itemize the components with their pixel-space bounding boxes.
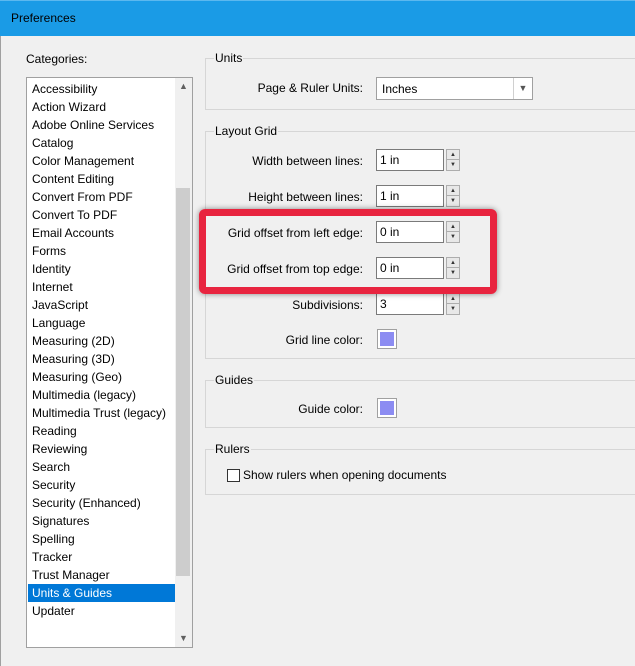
categories-label: Categories: bbox=[26, 52, 88, 66]
category-item[interactable]: Convert To PDF bbox=[28, 206, 175, 224]
guide-color-fill bbox=[380, 401, 394, 415]
category-item[interactable]: Signatures bbox=[28, 512, 175, 530]
grid-line-color-swatch[interactable] bbox=[377, 329, 397, 349]
layout-grid-group-title: Layout Grid bbox=[214, 124, 279, 138]
subdivisions-input[interactable]: 3 bbox=[376, 293, 444, 315]
spin-down-icon[interactable]: ▼ bbox=[447, 304, 459, 314]
spin-up-icon[interactable]: ▲ bbox=[447, 186, 459, 196]
rulers-group-title: Rulers bbox=[214, 442, 251, 456]
category-item[interactable]: Units & Guides bbox=[28, 584, 175, 602]
category-item[interactable]: Internet bbox=[28, 278, 175, 296]
subdivisions-label: Subdivisions: bbox=[292, 298, 363, 312]
width-between-lines-input[interactable]: 1 in bbox=[376, 149, 444, 171]
category-items: Accessibility Action Wizard Adobe Online S… bbox=[28, 80, 175, 620]
width-between-lines-spinner[interactable]: ▲ ▼ bbox=[446, 149, 460, 171]
category-item[interactable]: Reviewing bbox=[28, 440, 175, 458]
spin-up-icon[interactable]: ▲ bbox=[447, 150, 459, 160]
show-rulers-label[interactable]: Show rulers when opening documents bbox=[243, 468, 446, 482]
guide-color-label: Guide color: bbox=[298, 402, 363, 416]
category-item[interactable]: Adobe Online Services bbox=[28, 116, 175, 134]
category-item[interactable]: Trust Manager bbox=[28, 566, 175, 584]
spin-down-icon[interactable]: ▼ bbox=[447, 196, 459, 206]
category-item[interactable]: Search bbox=[28, 458, 175, 476]
height-between-lines-label: Height between lines: bbox=[248, 190, 363, 204]
category-item[interactable]: Forms bbox=[28, 242, 175, 260]
grid-line-color-label: Grid line color: bbox=[285, 333, 363, 347]
window-title: Preferences bbox=[11, 11, 76, 25]
height-between-lines-spinner[interactable]: ▲ ▼ bbox=[446, 185, 460, 207]
category-item[interactable]: Measuring (Geo) bbox=[28, 368, 175, 386]
category-item[interactable]: Convert From PDF bbox=[28, 188, 175, 206]
category-item[interactable]: Color Management bbox=[28, 152, 175, 170]
spin-down-icon[interactable]: ▼ bbox=[447, 160, 459, 170]
category-item[interactable]: Tracker bbox=[28, 548, 175, 566]
category-item[interactable]: JavaScript bbox=[28, 296, 175, 314]
scroll-thumb[interactable] bbox=[176, 188, 190, 576]
category-item[interactable]: Content Editing bbox=[28, 170, 175, 188]
category-item[interactable]: Measuring (3D) bbox=[28, 350, 175, 368]
category-item[interactable]: Identity bbox=[28, 260, 175, 278]
preferences-dialog: Categories: Accessibility Action Wizard Ad… bbox=[0, 36, 635, 666]
category-scrollbar[interactable]: ▲ ▼ bbox=[175, 78, 192, 647]
category-item[interactable]: Email Accounts bbox=[28, 224, 175, 242]
units-group-title: Units bbox=[214, 51, 244, 65]
highlight-annotation bbox=[199, 209, 497, 294]
category-item[interactable]: Multimedia (legacy) bbox=[28, 386, 175, 404]
category-item[interactable]: Measuring (2D) bbox=[28, 332, 175, 350]
title-bar[interactable]: Preferences bbox=[0, 0, 635, 36]
subdivisions-spinner[interactable]: ▲ ▼ bbox=[446, 293, 460, 315]
guides-group-title: Guides bbox=[214, 373, 255, 387]
category-item[interactable]: Reading bbox=[28, 422, 175, 440]
width-between-lines-label: Width between lines: bbox=[252, 154, 363, 168]
page-ruler-units-value: Inches bbox=[382, 82, 418, 96]
category-item[interactable]: Multimedia Trust (legacy) bbox=[28, 404, 175, 422]
grid-line-color-fill bbox=[380, 332, 394, 346]
guide-color-swatch[interactable] bbox=[377, 398, 397, 418]
category-item[interactable]: Updater bbox=[28, 602, 175, 620]
category-item[interactable]: Action Wizard bbox=[28, 98, 175, 116]
spin-up-icon[interactable]: ▲ bbox=[447, 294, 459, 304]
show-rulers-checkbox[interactable] bbox=[227, 469, 240, 482]
category-list[interactable]: Accessibility Action Wizard Adobe Online S… bbox=[26, 77, 193, 648]
category-item[interactable]: Security bbox=[28, 476, 175, 494]
category-item[interactable]: Catalog bbox=[28, 134, 175, 152]
category-item[interactable]: Security (Enhanced) bbox=[28, 494, 175, 512]
page-ruler-units-select[interactable]: Inches ▼ bbox=[376, 77, 533, 100]
page-ruler-units-label: Page & Ruler Units: bbox=[257, 81, 363, 95]
guides-group bbox=[205, 380, 635, 428]
height-between-lines-input[interactable]: 1 in bbox=[376, 185, 444, 207]
scroll-down-icon[interactable]: ▼ bbox=[175, 630, 192, 647]
chevron-down-icon[interactable]: ▼ bbox=[513, 78, 532, 99]
category-item[interactable]: Accessibility bbox=[28, 80, 175, 98]
category-item[interactable]: Spelling bbox=[28, 530, 175, 548]
scroll-up-icon[interactable]: ▲ bbox=[175, 78, 192, 95]
category-item[interactable]: Language bbox=[28, 314, 175, 332]
